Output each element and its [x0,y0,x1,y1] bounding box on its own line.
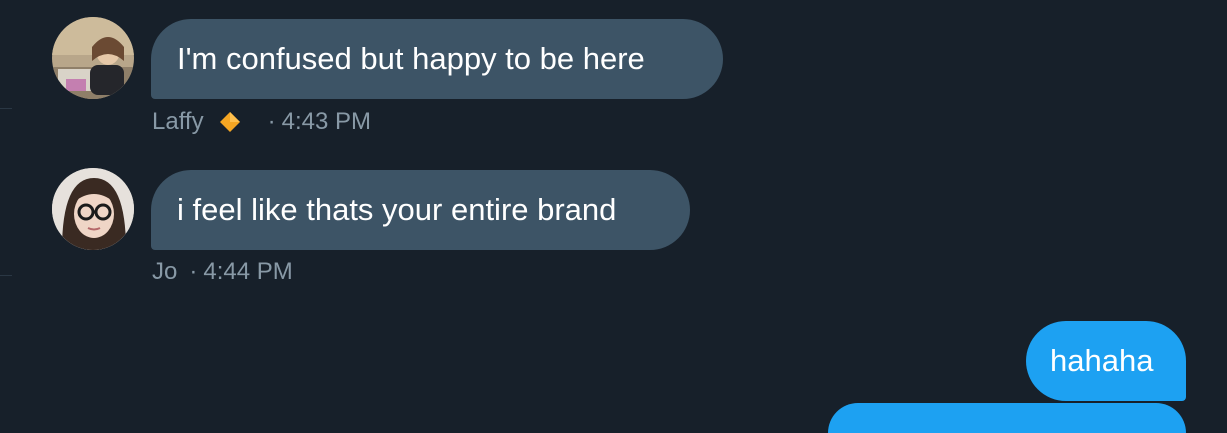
message-bubble-incoming[interactable]: I'm confused but happy to be here [151,19,723,99]
meta-separator: · [189,258,198,285]
avatar-image [52,168,134,250]
message-meta: Laffy · 4:43 PM [152,106,371,138]
message-bubble-incoming[interactable]: i feel like thats your entire brand [151,170,690,250]
meta-separator: · [267,108,276,135]
avatar-image [52,17,134,99]
sender-name[interactable]: Laffy [152,106,204,138]
message-text: i feel like thats your entire brand [177,192,617,227]
message-text: hahaha [1050,343,1154,378]
divider-line [0,108,12,109]
avatar-laffy[interactable] [52,17,134,99]
message-timestamp: 4:43 PM [281,108,371,135]
avatar-jo[interactable] [52,168,134,250]
sender-name[interactable]: Jo [152,256,177,288]
message-bubble-outgoing[interactable]: hahaha [1026,321,1186,401]
divider-line [0,275,12,276]
message-text: I'm confused but happy to be here [177,41,645,76]
message-meta: Jo · 4:44 PM [152,256,293,288]
message-timestamp: 4:44 PM [203,258,293,285]
orange-diamond-icon [218,110,242,134]
